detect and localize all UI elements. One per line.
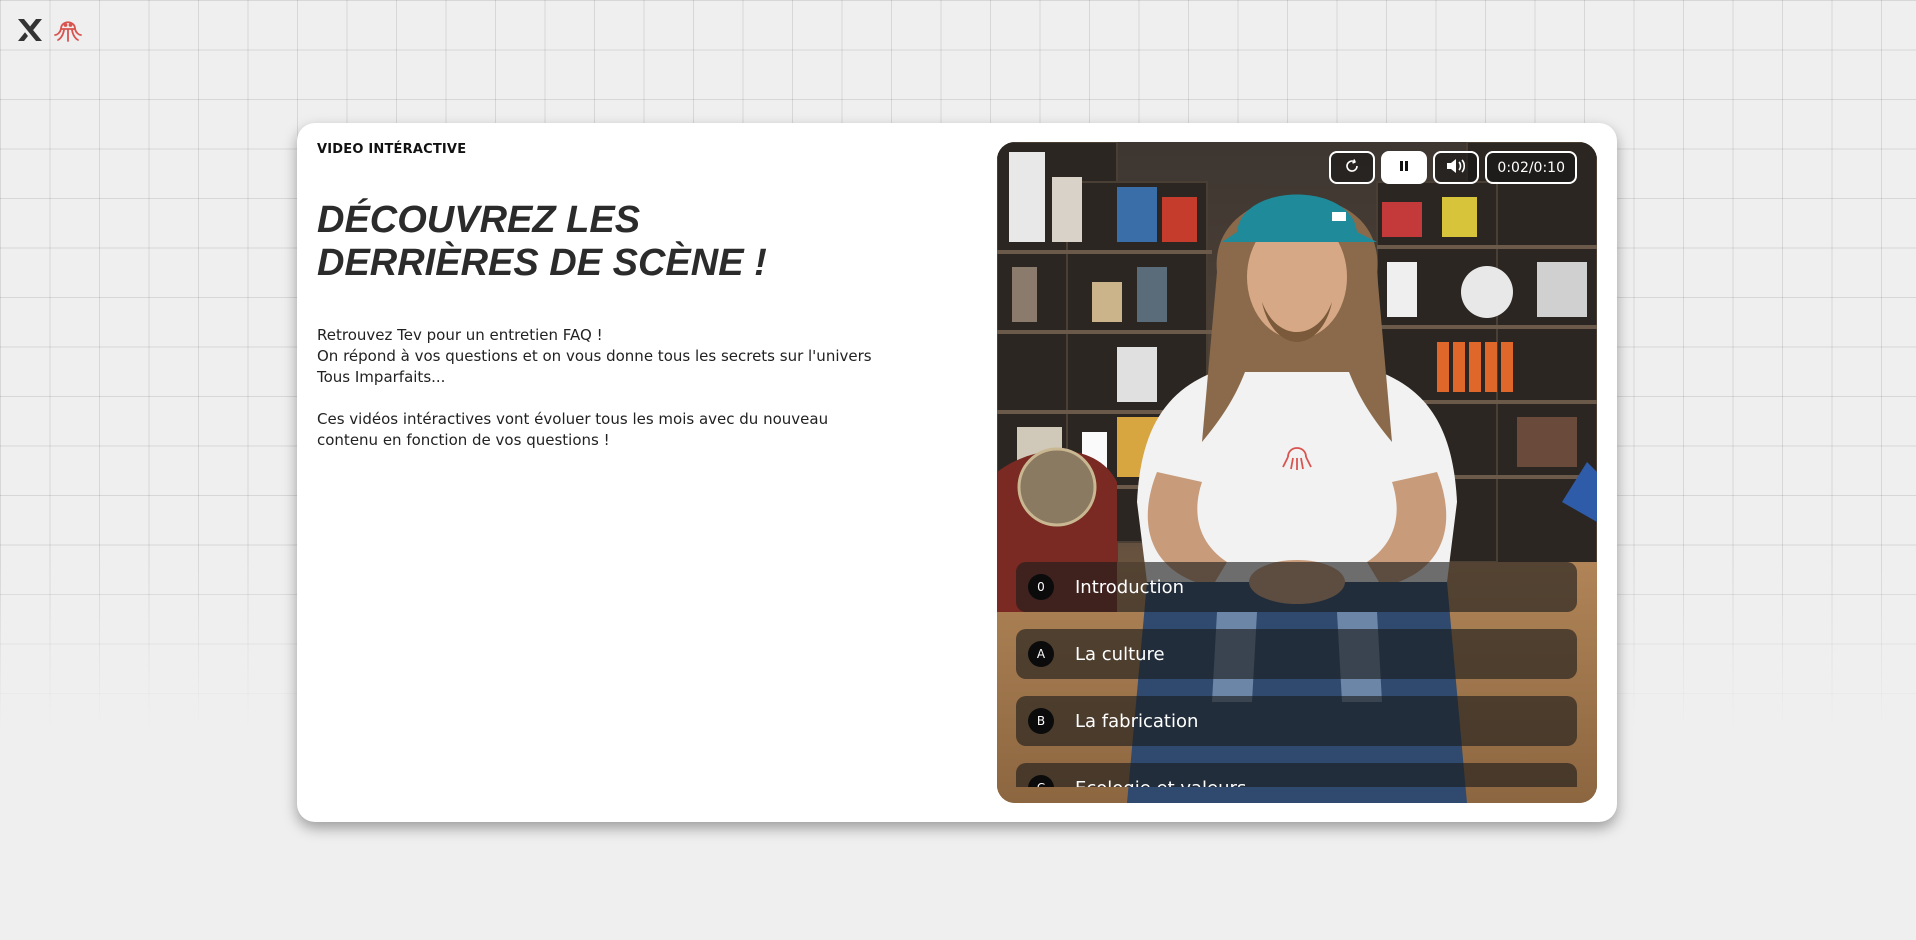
chapter-label: La fabrication bbox=[1075, 710, 1199, 732]
video-controls: 0:02/0:10 bbox=[1329, 151, 1577, 184]
time-display: 0:02/0:10 bbox=[1485, 151, 1577, 184]
chapter-badge: 0 bbox=[1028, 574, 1054, 600]
volume-icon bbox=[1445, 158, 1467, 178]
chapter-label: Ecologie et valeurs bbox=[1075, 778, 1246, 788]
replay-button[interactable] bbox=[1329, 151, 1376, 184]
chapter-badge: C bbox=[1028, 775, 1054, 787]
title-line-1: DÉCOUVREZ LES bbox=[317, 199, 641, 241]
section-eyebrow: VIDEO INTÉRACTIVE bbox=[317, 142, 467, 157]
octopus-logo-icon[interactable] bbox=[52, 14, 84, 50]
chapter-badge: B bbox=[1028, 708, 1054, 734]
chapter-item-la-culture[interactable]: A La culture bbox=[1016, 629, 1577, 679]
description-paragraph-2: Ces vidéos intéractives vont évoluer tou… bbox=[317, 410, 829, 449]
pause-button[interactable] bbox=[1381, 151, 1428, 184]
chapter-item-ecologie-et-valeurs[interactable]: C Ecologie et valeurs bbox=[1016, 763, 1577, 787]
replay-icon bbox=[1344, 158, 1360, 178]
chapter-label: Introduction bbox=[1075, 576, 1185, 598]
interactive-video-card: VIDEO INTÉRACTIVE DÉCOUVREZ LES DERRIÈRE… bbox=[297, 123, 1617, 822]
chapter-item-la-fabrication[interactable]: B La fabrication bbox=[1016, 696, 1577, 746]
chapter-badge: A bbox=[1028, 641, 1054, 667]
description-paragraph-1: Retrouvez Tev pour un entretien FAQ ! On… bbox=[317, 326, 872, 386]
chapter-label: La culture bbox=[1075, 643, 1165, 665]
chapter-item-introduction[interactable]: 0 Introduction bbox=[1016, 562, 1577, 612]
chapter-list[interactable]: 0 Introduction A La culture B La fabrica… bbox=[1016, 562, 1577, 787]
title-line-2: DERRIÈRES DE SCÈNE ! bbox=[317, 242, 767, 284]
description: Retrouvez Tev pour un entretien FAQ ! On… bbox=[317, 325, 877, 472]
pause-icon bbox=[1399, 160, 1409, 176]
header-logos bbox=[14, 14, 84, 50]
x-logo-icon[interactable] bbox=[14, 14, 46, 50]
video-player[interactable]: 0:02/0:10 0 Introduction A La culture B … bbox=[997, 142, 1597, 803]
volume-button[interactable] bbox=[1433, 151, 1480, 184]
page-title: DÉCOUVREZ LES DERRIÈRES DE SCÈNE ! bbox=[317, 199, 877, 285]
